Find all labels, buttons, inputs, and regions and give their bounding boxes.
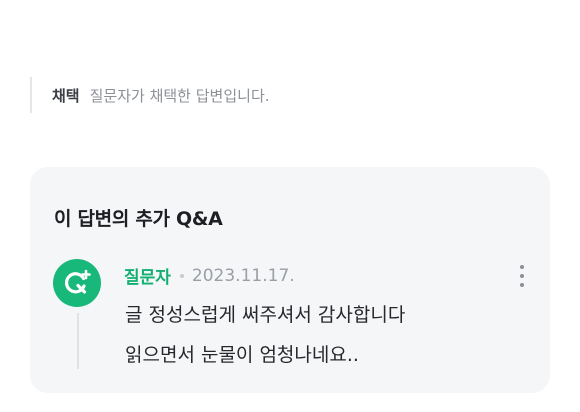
qa-title: 이 답변의 추가 Q&A bbox=[54, 208, 223, 230]
meta-separator-dot bbox=[179, 273, 184, 278]
more-vertical-icon-dot bbox=[520, 265, 524, 269]
page: 채택 질문자가 채택한 답변입니다. 이 답변의 추가 Q&A 질문자 2023… bbox=[0, 0, 580, 412]
more-options-button[interactable] bbox=[510, 263, 534, 289]
comment-date: 2023.11.17. bbox=[191, 265, 295, 286]
thread-line bbox=[77, 313, 79, 369]
more-vertical-icon-dot bbox=[520, 274, 524, 278]
questioner-q-plus-icon bbox=[65, 269, 91, 294]
questioner-avatar bbox=[53, 259, 101, 307]
additional-qa-card: 이 답변의 추가 Q&A 질문자 2023.11.17. 글 정성스럽게 써주셔… bbox=[30, 167, 550, 393]
more-vertical-icon-dot bbox=[520, 283, 524, 287]
comment-meta: 질문자 2023.11.17. bbox=[124, 263, 295, 289]
adopted-notice: 채택 질문자가 채택한 답변입니다. bbox=[30, 77, 270, 113]
adopted-tag: 채택 bbox=[52, 86, 80, 105]
comment-text-line: 읽으면서 눈물이 엄청나네요.. bbox=[125, 344, 359, 366]
comment-author[interactable]: 질문자 bbox=[124, 263, 171, 288]
comment-text-line: 글 정성스럽게 써주셔서 감사합니다 bbox=[125, 304, 406, 326]
adopted-description: 질문자가 채택한 답변입니다. bbox=[89, 86, 270, 105]
